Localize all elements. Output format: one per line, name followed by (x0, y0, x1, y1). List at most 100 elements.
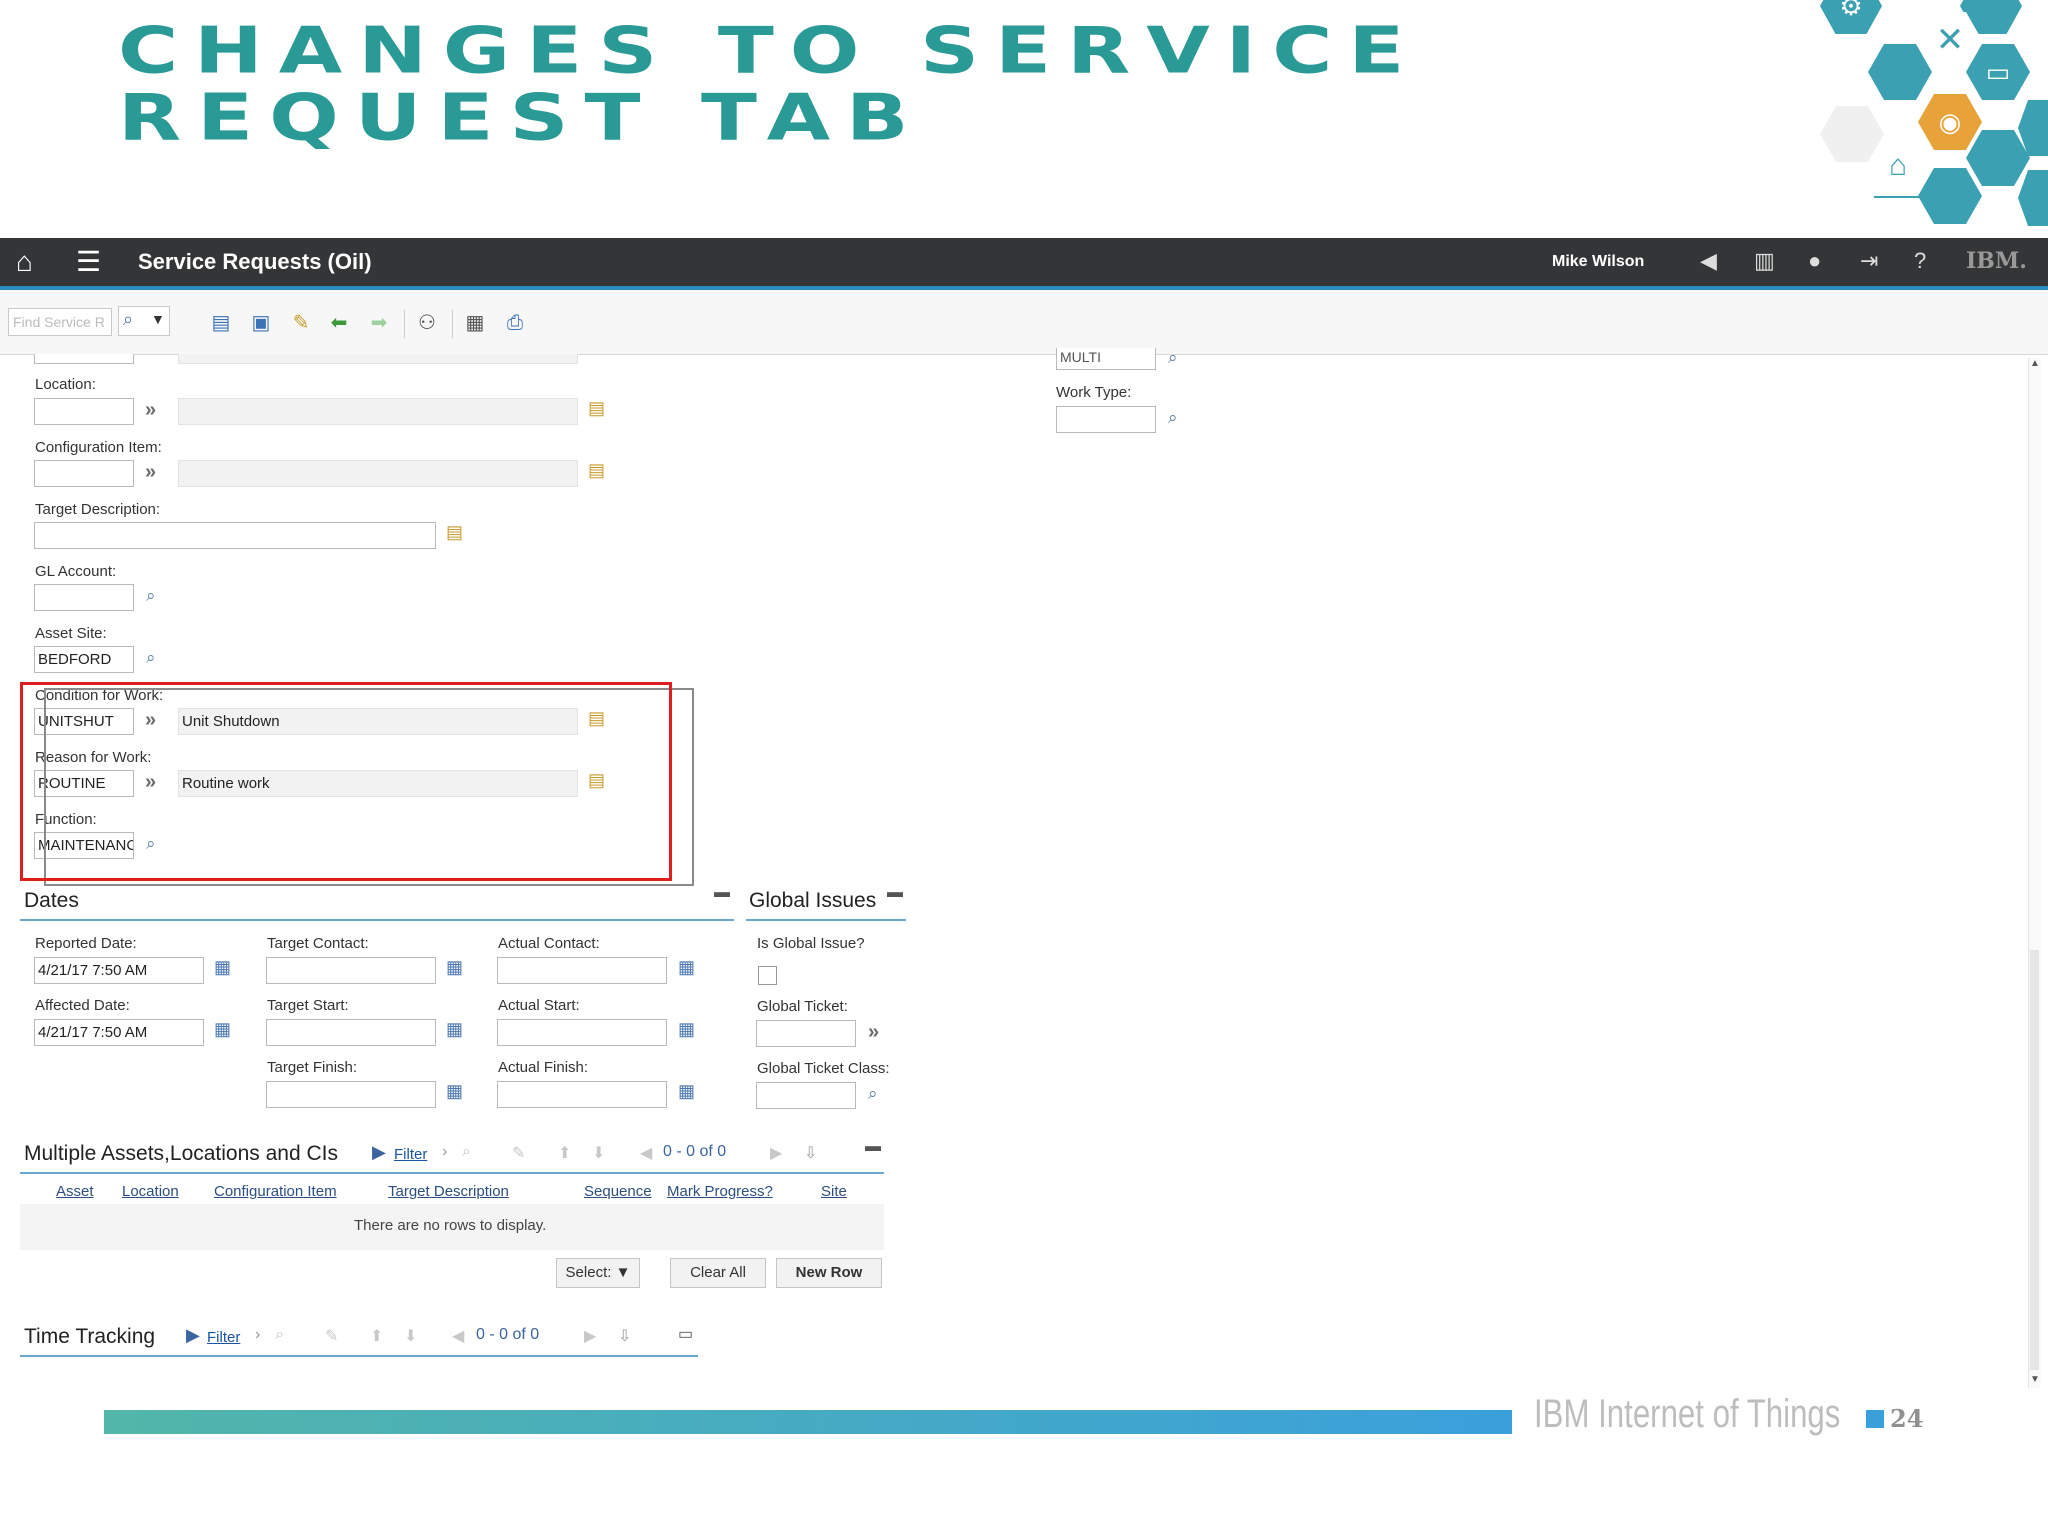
filter-link[interactable]: Filter (207, 1329, 240, 1346)
global-ticket-class-input[interactable] (756, 1082, 856, 1109)
workflow-icon[interactable]: ⚇ (414, 310, 440, 336)
home-icon[interactable]: ⌂ (16, 246, 33, 278)
calendar-icon[interactable]: ▦ (678, 1081, 695, 1102)
multiple-assets-heading: Multiple Assets,Locations and CIs (24, 1142, 338, 1165)
download-icon[interactable]: ⇩ (804, 1143, 817, 1163)
work-type-input[interactable] (1056, 406, 1156, 433)
multi-field[interactable]: MULTI (1056, 348, 1156, 370)
target-description-input[interactable] (34, 522, 436, 549)
target-start-input[interactable] (266, 1019, 436, 1046)
profile-icon[interactable]: ● (1808, 248, 1821, 274)
location-input[interactable] (34, 398, 134, 425)
edit-icon[interactable]: ✎ (288, 310, 314, 336)
find-service-request-input[interactable]: Find Service R (8, 308, 112, 336)
actual-start-input[interactable] (497, 1019, 667, 1046)
global-ticket-input[interactable] (756, 1020, 856, 1047)
next-arrow-icon[interactable]: ➡ (366, 310, 392, 336)
print-icon[interactable]: ⎙ (502, 310, 528, 336)
search-icon[interactable]: ⌕ (146, 586, 156, 606)
partial-field-desc (178, 354, 578, 364)
new-row-button[interactable]: New Row (776, 1258, 882, 1288)
calendar-icon[interactable]: ▦ (678, 1019, 695, 1040)
signout-icon[interactable]: ⇥ (1860, 248, 1878, 274)
column-header-target-description[interactable]: Target Description (388, 1183, 509, 1200)
previous-page-icon: ◀ (452, 1328, 465, 1345)
user-name[interactable]: Mike Wilson (1552, 253, 1644, 271)
search-icon: ⌕ (275, 1326, 284, 1343)
scrollbar-thumb[interactable] (2030, 950, 2039, 1370)
chevron-right-icon[interactable]: » (145, 461, 156, 484)
config-item-input[interactable] (34, 460, 134, 487)
filter-link[interactable]: Filter (394, 1146, 427, 1163)
calendar-icon[interactable]: ▦ (214, 1019, 231, 1040)
arrow-down-icon: ⬇ (592, 1145, 606, 1162)
reports-icon[interactable]: ▥ (1754, 248, 1775, 274)
search-icon: ⌕ (123, 309, 134, 329)
search-icon: ⌕ (462, 1143, 471, 1160)
section-divider (746, 919, 906, 921)
calendar-icon[interactable]: ▦ (446, 957, 463, 978)
collapse-icon[interactable]: ▬ (865, 1138, 881, 1156)
column-header-location[interactable]: Location (122, 1183, 179, 1200)
target-contact-input[interactable] (266, 957, 436, 984)
column-header-asset[interactable]: Asset (56, 1183, 94, 1200)
previous-arrow-icon[interactable]: ⬅ (326, 310, 352, 336)
actual-finish-input[interactable] (497, 1081, 667, 1108)
clear-all-button[interactable]: Clear All (670, 1258, 766, 1288)
gl-account-input[interactable] (34, 584, 134, 611)
vertical-scrollbar[interactable]: ▲ ▼ (2028, 358, 2041, 1388)
bulletin-icon[interactable]: ◀ (1700, 248, 1717, 274)
download-icon[interactable]: ⇩ (618, 1326, 631, 1346)
calendar-icon[interactable]: ▦ (214, 957, 231, 978)
calendar-icon[interactable]: ▦ (446, 1019, 463, 1040)
expand-icon[interactable]: ▭ (678, 1324, 693, 1344)
search-icon[interactable]: ⌕ (146, 648, 156, 668)
actual-start-label: Actual Start: (498, 997, 580, 1014)
column-header-sequence[interactable]: Sequence (584, 1183, 652, 1200)
column-header-configuration-item[interactable]: Configuration Item (214, 1183, 337, 1200)
report-icon[interactable]: ▦ (462, 310, 488, 336)
calendar-icon[interactable]: ▦ (446, 1081, 463, 1102)
search-icon[interactable]: ⌕ (1168, 408, 1178, 428)
search-icon[interactable]: ⌕ (868, 1084, 878, 1104)
asset-site-input[interactable]: BEDFORD (34, 646, 134, 673)
footer-brand-text: IBM Internet of Things (1534, 1392, 1841, 1436)
select-button-label: Select: (565, 1264, 612, 1281)
filter-toggle-icon[interactable]: ▶ (372, 1142, 386, 1163)
search-icon[interactable]: ⌕ (1168, 348, 1178, 368)
chevron-right-icon[interactable]: » (868, 1021, 879, 1044)
clear-filter-icon: ✎ (325, 1328, 339, 1345)
clear-filter-icon: ✎ (512, 1145, 526, 1162)
menu-icon[interactable]: ☰ (76, 245, 101, 278)
help-icon[interactable]: ? (1914, 248, 1926, 274)
actual-contact-input[interactable] (497, 957, 667, 984)
new-record-icon[interactable]: ▤ (208, 310, 234, 336)
asset-site-label: Asset Site: (35, 625, 107, 642)
reported-date-input[interactable]: 4/21/17 7:50 AM (34, 957, 204, 984)
save-icon[interactable]: ▣ (248, 310, 274, 336)
collapse-icon[interactable]: ▬ (714, 884, 730, 902)
calendar-icon[interactable]: ▦ (678, 957, 695, 978)
hex-shape (1868, 44, 1932, 100)
long-description-icon[interactable]: ▤ (588, 460, 605, 481)
is-global-issue-checkbox[interactable] (758, 966, 777, 985)
long-description-icon[interactable]: ▤ (446, 522, 463, 543)
scroll-down-arrow[interactable]: ▼ (2030, 1374, 2040, 1385)
search-dropdown[interactable]: ⌕ ▼ (118, 306, 170, 336)
empty-table-message: There are no rows to display. (354, 1217, 547, 1234)
partial-field[interactable] (34, 354, 134, 364)
filter-toggle-icon[interactable]: ▶ (186, 1325, 200, 1346)
chevron-down-icon: ▼ (615, 1264, 631, 1281)
long-description-icon[interactable]: ▤ (588, 398, 605, 419)
target-contact-label: Target Contact: (267, 935, 369, 952)
chevron-right-icon[interactable]: » (145, 399, 156, 422)
app-title: Service Requests (Oil) (138, 249, 372, 274)
collapse-icon[interactable]: ▬ (887, 884, 903, 902)
affected-date-input[interactable]: 4/21/17 7:50 AM (34, 1019, 204, 1046)
arrow-up-icon: ⬆ (558, 1145, 572, 1162)
scroll-up-arrow[interactable]: ▲ (2030, 358, 2040, 369)
column-header-mark-progress[interactable]: Mark Progress? (667, 1183, 773, 1200)
target-finish-input[interactable] (266, 1081, 436, 1108)
select-button[interactable]: Select: ▼ (556, 1258, 640, 1288)
column-header-site[interactable]: Site (821, 1183, 847, 1200)
